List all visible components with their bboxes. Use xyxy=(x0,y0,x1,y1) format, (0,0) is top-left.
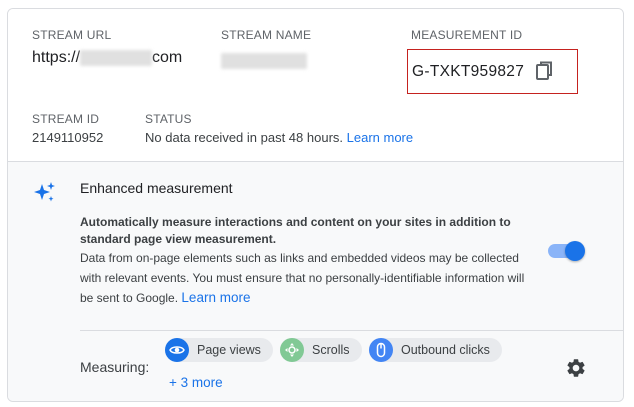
stream-url-label: STREAM URL xyxy=(32,28,112,42)
description-line-3-text: be sent to Google. xyxy=(80,291,179,305)
description-bold-line-2: standard page view measurement. xyxy=(80,232,277,246)
stream-details-section: STREAM URL https:// com STREAM NAME MEASU… xyxy=(8,9,623,161)
enhanced-measurement-section: Enhanced measurement Automatically measu… xyxy=(8,161,623,401)
crosshair-icon xyxy=(280,338,304,362)
stream-id-value: 2149110952 xyxy=(32,130,104,145)
sparkle-icon xyxy=(32,180,56,204)
stream-name-label: STREAM NAME xyxy=(221,28,312,42)
eye-icon xyxy=(165,338,189,362)
description-bold-line-1: Automatically measure interactions and c… xyxy=(80,215,511,229)
mouse-icon xyxy=(369,338,393,362)
toggle-knob[interactable] xyxy=(565,241,585,261)
status-label: STATUS xyxy=(145,112,192,126)
chip-outbound-clicks-label: Outbound clicks xyxy=(401,343,490,357)
enhanced-learn-more-link[interactable]: Learn more xyxy=(181,290,250,305)
enhanced-measurement-title: Enhanced measurement xyxy=(80,180,233,196)
status-text: No data received in past 48 hours. xyxy=(145,130,344,145)
measurement-id-value: G-TXKT959827 xyxy=(412,63,525,80)
stream-url-suffix: com xyxy=(152,49,183,66)
web-stream-card: STREAM URL https:// com STREAM NAME MEASU… xyxy=(7,8,624,402)
chip-page-views: Page views xyxy=(165,338,273,362)
stream-id-label: STREAM ID xyxy=(32,112,100,126)
stream-url-value: https:// com xyxy=(32,49,182,67)
redacted-name-blur xyxy=(221,52,307,69)
chip-outbound-clicks: Outbound clicks xyxy=(369,338,502,362)
measurement-id-label: MEASUREMENT ID xyxy=(411,28,523,42)
stream-url-prefix: https:// xyxy=(32,49,81,66)
stream-name-value xyxy=(221,52,307,70)
chip-scrolls: Scrolls xyxy=(280,338,362,362)
copy-icon[interactable] xyxy=(534,60,556,82)
description-line-3: be sent to Google. Learn more xyxy=(80,288,540,308)
chip-scrolls-label: Scrolls xyxy=(312,343,350,357)
redacted-url-blur xyxy=(80,49,153,66)
description-line-2: with relevant events. You must ensure th… xyxy=(80,271,525,285)
measuring-label: Measuring: xyxy=(80,359,150,375)
enhanced-measurement-description: Automatically measure interactions and c… xyxy=(80,214,540,308)
status-value: No data received in past 48 hours. Learn… xyxy=(145,130,413,145)
more-measurements-link[interactable]: + 3 more xyxy=(169,375,223,390)
chip-page-views-label: Page views xyxy=(197,343,261,357)
measuring-divider xyxy=(80,330,623,331)
status-learn-more-link[interactable]: Learn more xyxy=(347,130,413,145)
gear-icon[interactable] xyxy=(565,357,587,379)
description-line-1: Data from on-page elements such as links… xyxy=(80,251,519,265)
